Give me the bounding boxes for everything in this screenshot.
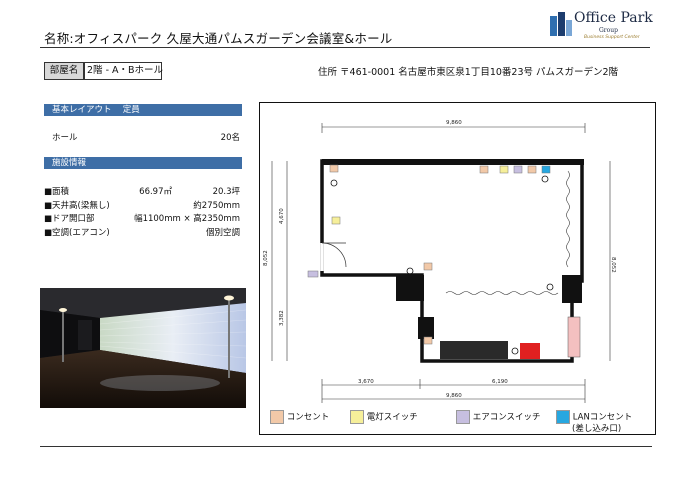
- legend-lan-outlet: LANコンセント (差し込み口): [556, 410, 632, 434]
- legend-outlet: コンセント: [270, 410, 329, 424]
- facility-label: ■ドア開口部: [44, 214, 95, 224]
- room-name-value: 2階 - A・Bホール: [84, 62, 163, 80]
- page-title: 名称:オフィスパーク 久屋大通パムスガーデン会議室&ホール: [44, 31, 393, 46]
- facility-value: 約2750mm: [193, 201, 240, 211]
- facility-value: 個別空調: [205, 228, 240, 238]
- logo-mark-icon: [550, 12, 572, 36]
- logo-text: Office Park: [574, 10, 653, 26]
- outlet-icon: [270, 410, 284, 424]
- layout-type: ホール: [52, 133, 78, 143]
- floor-plan-frame: 9,860 8,052 4,670 3,382 8,052 3,670 6,19…: [259, 102, 656, 435]
- legend-aircon-switch: エアコンスイッチ: [456, 410, 541, 424]
- facility-value: 20.3坪: [212, 187, 240, 197]
- facility-label: ■空調(エアコン): [44, 228, 110, 238]
- dim-left-lower: 3,382: [279, 310, 285, 326]
- facility-mid: 66.97㎡: [139, 187, 172, 197]
- layout-section-header: 基本レイアウト 定員: [44, 104, 242, 116]
- dim-right: 8,052: [610, 257, 616, 273]
- logo-subtext: Group: [599, 27, 618, 34]
- address-text: 住所 〒461-0001 名古屋市東区泉1丁目10番23号 パムスガーデン2階: [318, 67, 619, 78]
- footer-divider: [40, 446, 652, 447]
- dim-bottom-left: 3,670: [358, 379, 374, 385]
- dim-bottom-total: 9,860: [446, 393, 462, 399]
- legend-label: コンセント: [286, 412, 330, 423]
- dim-top: 9,860: [446, 120, 462, 126]
- floor-plan: 9,860 8,052 4,670 3,382 8,052 3,670 6,19…: [263, 120, 616, 403]
- light-switch-icon: [350, 410, 364, 424]
- legend-label: 電灯スイッチ: [366, 412, 418, 423]
- logo-tagline: Business Support Center: [584, 35, 640, 40]
- legend-light-switch: 電灯スイッチ: [350, 410, 418, 424]
- aircon-switch-icon: [456, 410, 470, 424]
- dim-bottom-right: 6,190: [492, 379, 508, 385]
- lan-outlet-icon: [556, 410, 570, 424]
- layout-capacity: 20名: [220, 133, 240, 143]
- legend-label: エアコンスイッチ: [472, 412, 541, 423]
- legend-label: LANコンセント: [572, 412, 633, 423]
- company-logo: Office Park Group Business Support Cente…: [548, 8, 653, 48]
- dim-left-outer: 8,052: [263, 250, 269, 266]
- facility-label: ■面積: [44, 187, 70, 197]
- facility-label: ■天井高(梁無し): [44, 201, 110, 211]
- room-name-label: 部屋名: [44, 62, 84, 80]
- facility-section-header: 施設情報: [44, 157, 242, 169]
- dim-left-upper: 4,670: [279, 208, 285, 224]
- facility-value: 幅1100mm × 高2350mm: [134, 214, 240, 224]
- room-photo: [40, 288, 246, 408]
